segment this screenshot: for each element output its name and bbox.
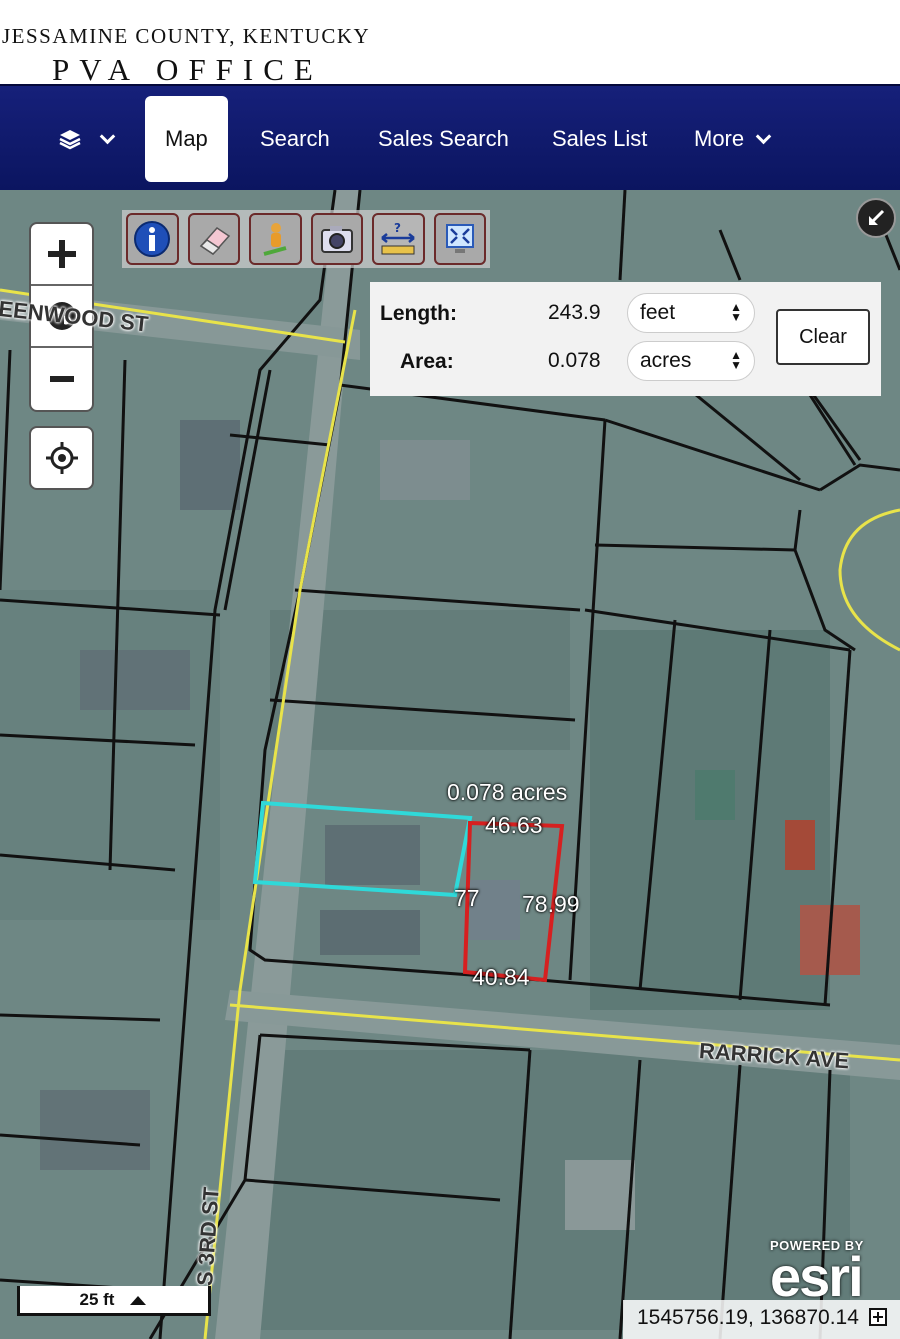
- eraser-icon: [199, 227, 230, 255]
- svg-text:?: ?: [394, 221, 401, 235]
- area-value: 0.078: [548, 349, 601, 372]
- info-tool-button[interactable]: [126, 213, 179, 265]
- camera-icon: [320, 226, 353, 253]
- scale-label: 25 ft: [79, 1289, 115, 1309]
- plus-icon: [47, 240, 76, 268]
- nav-more[interactable]: More: [694, 86, 772, 192]
- minus-icon: [49, 376, 74, 382]
- zoom-out-button[interactable]: [31, 348, 92, 410]
- coordinate-readout: 1545756.19, 136870.14: [623, 1300, 900, 1339]
- nav-sales-search[interactable]: Sales Search: [378, 86, 509, 192]
- chevron-down-icon: [755, 128, 772, 144]
- length-value: 243.9: [548, 301, 601, 324]
- measure-tool-button[interactable]: ?: [372, 213, 425, 265]
- triangle-up-icon: [130, 1295, 147, 1305]
- length-unit-select[interactable]: feet ▲ ▼: [627, 293, 755, 333]
- info-icon: [134, 221, 171, 257]
- esri-logo: POWERED BY esri: [770, 1238, 864, 1308]
- office-title: PVA OFFICE: [52, 52, 323, 87]
- map-view[interactable]: ? Length: 243.9 feet ▲ ▼ Area: 0.078 acr…: [0, 190, 900, 1339]
- nav-search[interactable]: Search: [260, 86, 330, 192]
- esri-wordmark: esri: [770, 1245, 864, 1308]
- segment-right-label: 78.99: [522, 891, 580, 917]
- select-arrows-icon: ▲ ▼: [730, 300, 742, 324]
- county-title: JESSAMINE COUNTY, KENTUCKY: [2, 24, 371, 48]
- camera-tool-button[interactable]: [310, 213, 363, 265]
- measure-panel: Length: 243.9 feet ▲ ▼ Area: 0.078 acres …: [370, 282, 881, 396]
- nav-map[interactable]: Map: [145, 96, 228, 182]
- layers-menu-button[interactable]: [58, 86, 116, 192]
- locate-button[interactable]: [29, 426, 94, 490]
- expand-button[interactable]: [856, 198, 896, 238]
- length-unit-value: feet: [640, 301, 676, 324]
- eraser-tool-button[interactable]: [187, 213, 240, 265]
- area-label: Area:: [400, 350, 454, 373]
- segment-bottom-label: 40.84: [472, 964, 530, 990]
- map-toolbar: ?: [122, 210, 490, 268]
- area-unit-value: acres: [640, 349, 692, 372]
- full-extent-tool-button[interactable]: [433, 213, 486, 265]
- nav-sales-list[interactable]: Sales List: [552, 86, 647, 192]
- layers-icon: [59, 130, 81, 150]
- zoom-in-button[interactable]: [31, 224, 92, 286]
- segment-top-label: 46.63: [485, 812, 543, 838]
- area-measure-label: 0.078 acres: [447, 779, 568, 805]
- nav-more-label: More: [694, 126, 745, 151]
- chevron-down-icon: [99, 128, 116, 144]
- clear-button[interactable]: Clear: [776, 309, 870, 365]
- crosshair-icon: [45, 442, 78, 474]
- area-unit-select[interactable]: acres ▲ ▼: [627, 341, 755, 381]
- full-extent-icon: [445, 224, 474, 253]
- coordinates-value: 1545756.19, 136870.14: [637, 1306, 859, 1329]
- plus-box-icon[interactable]: [868, 1308, 887, 1326]
- street-view-tool-button[interactable]: [249, 213, 302, 265]
- segment-left-label: 77: [454, 885, 480, 911]
- length-label: Length:: [380, 302, 457, 325]
- select-arrows-icon: ▲ ▼: [730, 348, 742, 372]
- site-header: JESSAMINE COUNTY, KENTUCKY PVA OFFICE: [0, 0, 900, 87]
- street-view-icon: [263, 223, 287, 256]
- scale-bar: 25 ft: [17, 1286, 211, 1316]
- measure-icon: ?: [381, 221, 416, 255]
- expand-icon: [869, 209, 885, 225]
- main-nav: Map Search Sales Search Sales List More: [0, 84, 900, 190]
